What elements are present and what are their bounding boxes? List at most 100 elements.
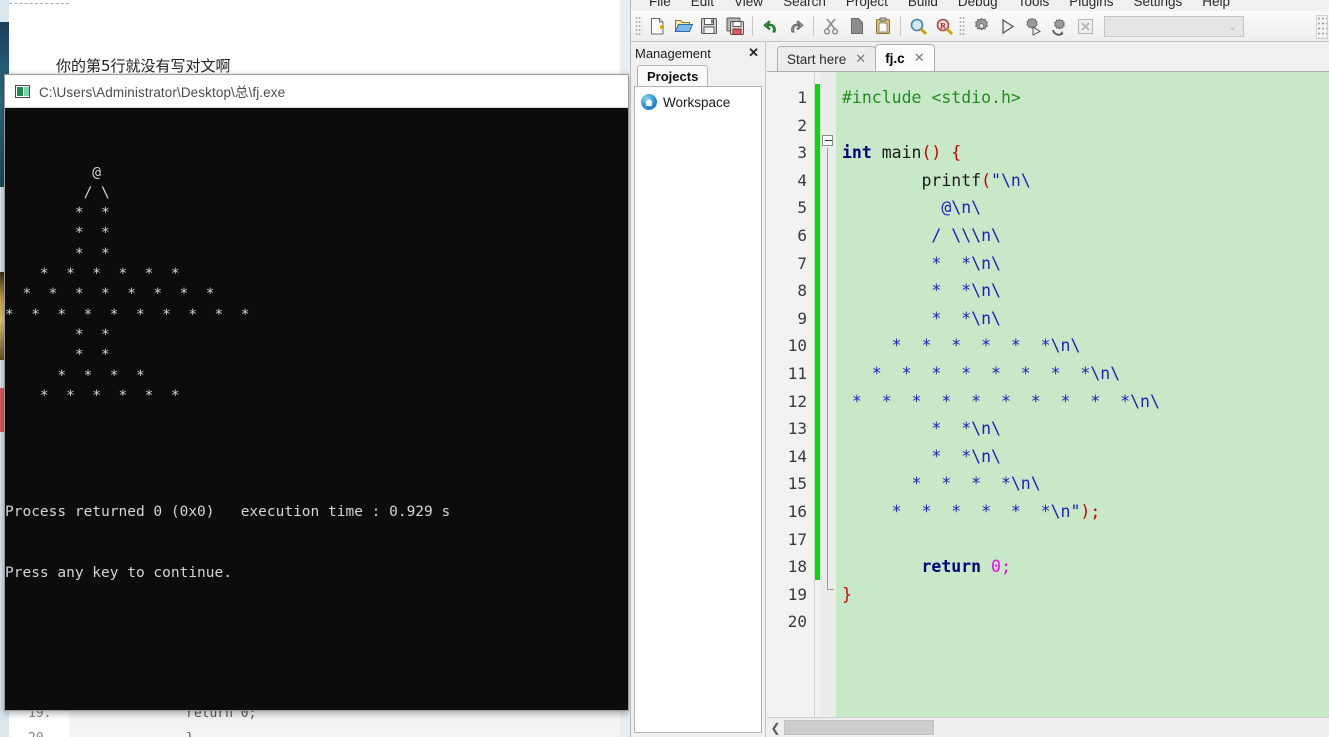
code-line[interactable]: * *\n\ bbox=[842, 415, 1329, 443]
close-icon[interactable]: ✕ bbox=[914, 50, 925, 66]
cut-icon[interactable] bbox=[818, 13, 844, 39]
projects-tree[interactable]: Workspace bbox=[634, 86, 762, 733]
management-tabs[interactable]: Projects bbox=[631, 64, 765, 86]
fold-line bbox=[827, 148, 828, 589]
build-and-run-icon[interactable] bbox=[1020, 13, 1046, 39]
build-icon[interactable] bbox=[968, 13, 994, 39]
code-line[interactable]: * *\n\ bbox=[842, 277, 1329, 305]
line-number: 17 bbox=[787, 529, 807, 549]
workspace-icon bbox=[641, 94, 657, 110]
code-token: #include <stdio.h> bbox=[842, 88, 1021, 107]
code-line[interactable]: * * * *\n\ bbox=[842, 470, 1329, 498]
menu-item-settings[interactable]: Settings bbox=[1124, 0, 1193, 9]
console-status-line-1: Process returned 0 (0x0) execution time … bbox=[5, 504, 451, 521]
line-number: 5 bbox=[797, 198, 807, 218]
menu-bar[interactable]: File Edit View Search Project Build Debug Tools… bbox=[631, 0, 1329, 11]
management-panel: Management ✕ Projects Workspace bbox=[631, 42, 766, 737]
code-line[interactable]: * *\n\ bbox=[842, 250, 1329, 278]
close-icon[interactable]: ✕ bbox=[855, 51, 866, 67]
code-line[interactable] bbox=[842, 608, 1329, 636]
console-titlebar[interactable]: C:\Users\Administrator\Desktop\总\fj.exe bbox=[5, 75, 628, 108]
code-line[interactable]: * * * * * * * *\n\ bbox=[842, 360, 1329, 388]
toolbar[interactable]: R ⌄ bbox=[631, 11, 1329, 42]
tree-item-workspace[interactable]: Workspace bbox=[641, 94, 761, 110]
console-ascii-art: @ / \ * * * * * * * * * * * * * * * * * … bbox=[5, 164, 250, 404]
line-number: 6 bbox=[797, 225, 807, 245]
code-text[interactable]: #include <stdio.h> int main() { printf("… bbox=[836, 72, 1329, 717]
code-line[interactable]: printf("\n\ bbox=[842, 167, 1329, 195]
code-line[interactable]: * *\n\ bbox=[842, 305, 1329, 333]
code-line[interactable]: * * * * * *\n"); bbox=[842, 498, 1329, 526]
code-line[interactable] bbox=[842, 526, 1329, 554]
menu-item-build[interactable]: Build bbox=[898, 0, 948, 9]
editor-tabbar[interactable]: Start here ✕ fj.c ✕ bbox=[767, 42, 1329, 72]
undo-icon[interactable] bbox=[757, 13, 783, 39]
fold-end bbox=[827, 589, 834, 590]
new-file-icon[interactable] bbox=[644, 13, 670, 39]
paste-icon[interactable] bbox=[870, 13, 896, 39]
line-number: 11 bbox=[787, 363, 807, 383]
redo-icon[interactable] bbox=[783, 13, 809, 39]
build-target-combobox[interactable]: ⌄ bbox=[1104, 15, 1244, 37]
scrollbar-thumb[interactable] bbox=[784, 720, 934, 735]
fold-toggle-icon[interactable] bbox=[822, 135, 833, 146]
menu-item-tools[interactable]: Tools bbox=[1008, 0, 1060, 9]
background-dashed-divider bbox=[9, 3, 69, 4]
save-icon[interactable] bbox=[696, 13, 722, 39]
code-token: ; bbox=[1000, 557, 1011, 577]
menu-item-edit[interactable]: Edit bbox=[681, 0, 724, 9]
code-line[interactable]: @\n\ bbox=[842, 194, 1329, 222]
run-icon[interactable] bbox=[994, 13, 1020, 39]
line-number: 19 bbox=[787, 584, 807, 604]
codeblocks-window: File Edit View Search Project Build Debug Tools… bbox=[630, 0, 1329, 737]
open-file-icon[interactable] bbox=[670, 13, 696, 39]
menu-item-help[interactable]: Help bbox=[1192, 0, 1240, 9]
code-token: * *\n\ bbox=[842, 281, 1001, 301]
code-token: { bbox=[951, 143, 962, 163]
code-line[interactable]: return 0; bbox=[842, 553, 1329, 581]
find-icon[interactable] bbox=[905, 13, 931, 39]
menu-item-debug[interactable]: Debug bbox=[948, 0, 1008, 9]
console-title: C:\Users\Administrator\Desktop\总\fj.exe bbox=[39, 85, 286, 100]
line-number: 2 bbox=[797, 115, 807, 135]
editor-horizontal-scrollbar[interactable]: ❮ bbox=[767, 717, 1329, 737]
close-icon[interactable]: ✕ bbox=[748, 45, 759, 61]
tab-start-here[interactable]: Start here ✕ bbox=[777, 46, 877, 71]
line-number: 3 bbox=[797, 143, 807, 163]
copy-icon[interactable] bbox=[844, 13, 870, 39]
code-line[interactable]: / \\\n\ bbox=[842, 222, 1329, 250]
tab-fj-c[interactable]: fj.c ✕ bbox=[875, 44, 935, 71]
code-line[interactable]: * * * * * * * * * *\n\ bbox=[842, 388, 1329, 416]
toolbar-grip-3[interactable] bbox=[1316, 15, 1328, 39]
abort-icon[interactable] bbox=[1072, 13, 1098, 39]
code-editor[interactable]: 1 2 3 4 5 6 7 8 9 10 11 12 13 14 15 16 17 18 19 20 #include… bbox=[767, 72, 1329, 717]
menu-item-view[interactable]: View bbox=[724, 0, 773, 9]
save-all-icon[interactable] bbox=[722, 13, 748, 39]
line-number: 9 bbox=[797, 308, 807, 328]
menu-item-file[interactable]: File bbox=[639, 0, 681, 9]
rebuild-icon[interactable] bbox=[1046, 13, 1072, 39]
toolbar-grip-2[interactable] bbox=[959, 16, 966, 36]
tab-projects[interactable]: Projects bbox=[637, 65, 709, 86]
code-token: @\n\ bbox=[842, 198, 982, 218]
code-line[interactable]: int main() { bbox=[842, 139, 1329, 167]
scroll-left-icon[interactable]: ❮ bbox=[767, 721, 784, 735]
code-line[interactable]: * * * * * *\n\ bbox=[842, 332, 1329, 360]
code-line[interactable]: } bbox=[842, 581, 1329, 609]
code-line[interactable] bbox=[842, 112, 1329, 140]
menu-item-search[interactable]: Search bbox=[773, 0, 836, 9]
fold-margin[interactable] bbox=[820, 72, 836, 717]
menu-item-plugins[interactable]: Plugins bbox=[1059, 0, 1123, 9]
code-token: * *\n\ bbox=[842, 419, 1001, 439]
toolbar-separator-2 bbox=[813, 16, 814, 36]
line-number: 10 bbox=[787, 336, 807, 356]
console-window[interactable]: C:\Users\Administrator\Desktop\总\fj.exe … bbox=[4, 74, 629, 711]
menu-item-project[interactable]: Project bbox=[836, 0, 898, 9]
code-line[interactable]: #include <stdio.h> bbox=[842, 84, 1329, 112]
code-line[interactable]: * *\n\ bbox=[842, 443, 1329, 471]
replace-icon[interactable]: R bbox=[931, 13, 957, 39]
screen: 你的第5行就没有写对文啊 19. return 0; 20. } C:\User… bbox=[0, 0, 1329, 737]
toolbar-grip-1[interactable] bbox=[635, 16, 642, 36]
console-output[interactable]: @ / \ * * * * * * * * * * * * * * * * * … bbox=[5, 108, 628, 710]
